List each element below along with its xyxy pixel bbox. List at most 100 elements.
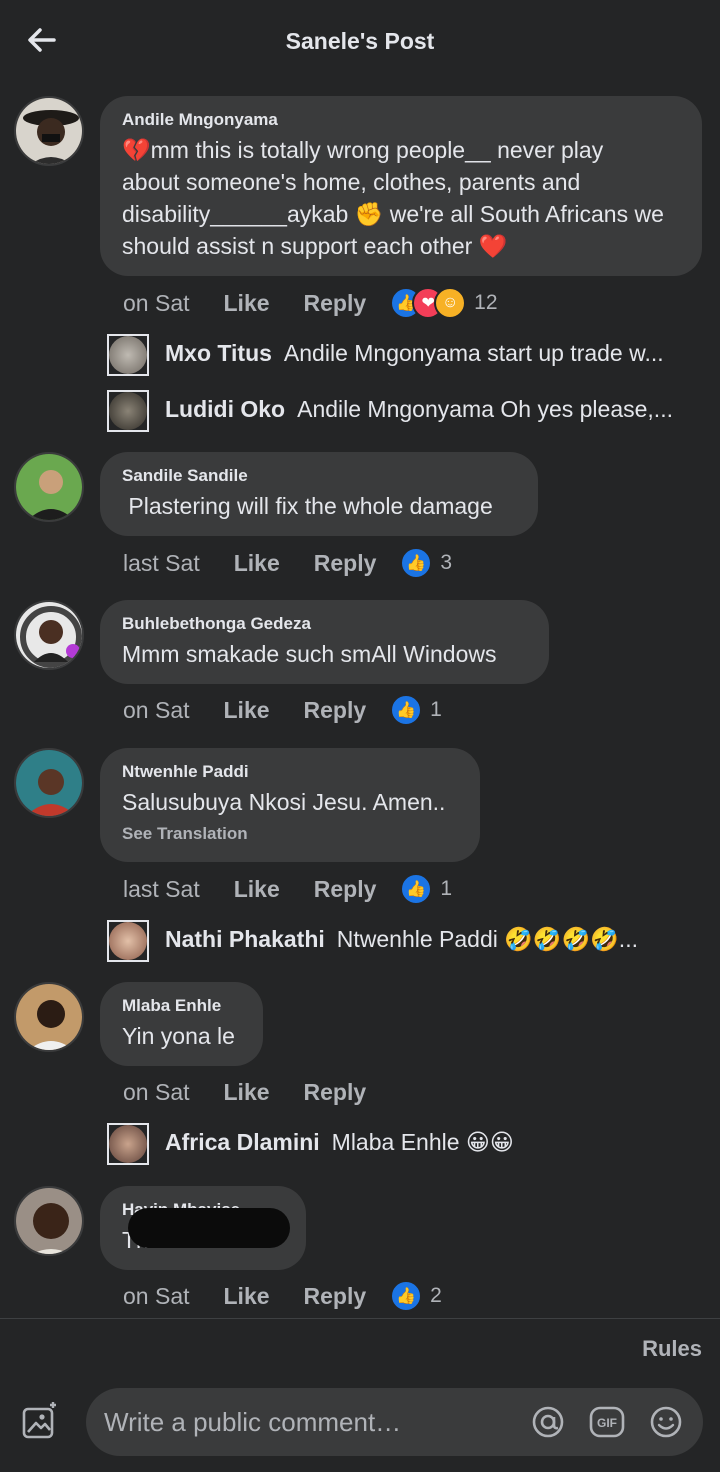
- at-icon: [532, 1406, 564, 1438]
- comment-actions: on Sat Like Reply 👍 ❤ ☺ 12: [123, 284, 498, 322]
- like-button[interactable]: Like: [224, 290, 270, 317]
- avatar-image: [109, 392, 147, 430]
- reply-avatar[interactable]: [107, 920, 149, 962]
- comment-text-line: about someone's home, clothes, parents a…: [122, 169, 581, 195]
- reply-button[interactable]: Reply: [304, 697, 367, 724]
- reaction-summary[interactable]: 👍 ❤ ☺ 12: [390, 287, 498, 319]
- comment-text: Yin yona le: [122, 1023, 235, 1049]
- reply-text: Mlaba Enhle 😀😀: [331, 1129, 514, 1155]
- comment-author[interactable]: Mlaba Enhle: [122, 996, 241, 1016]
- avatar[interactable]: [14, 452, 84, 522]
- reply-text: Andile Mngonyama start up trade w...: [283, 340, 664, 366]
- like-button[interactable]: Like: [234, 876, 280, 903]
- reply-button[interactable]: Reply: [314, 550, 377, 577]
- avatar-image: [16, 1188, 82, 1254]
- comment-bubble[interactable]: Andile Mngonyama 💔mm this is totally wro…: [100, 96, 702, 276]
- avatar[interactable]: [14, 1186, 84, 1256]
- reply-author[interactable]: Nathi Phakathi: [165, 926, 325, 953]
- reply-preview[interactable]: Mxo Titus Andile Mngonyama start up trad…: [165, 340, 664, 367]
- reply-preview[interactable]: Nathi Phakathi Ntwenhle Paddi 🤣🤣🤣🤣...: [165, 926, 638, 953]
- comment-actions: last Sat Like Reply 👍 1: [123, 870, 452, 908]
- avatar[interactable]: [14, 600, 84, 670]
- comment-actions: last Sat Like Reply 👍 3: [123, 544, 452, 582]
- like-button[interactable]: Like: [234, 550, 280, 577]
- comment-time[interactable]: last Sat: [123, 550, 200, 577]
- reply-preview[interactable]: Ludidi Oko Andile Mngonyama Oh yes pleas…: [165, 396, 673, 423]
- reaction-summary[interactable]: 👍 3: [400, 547, 452, 579]
- comment-time[interactable]: on Sat: [123, 1283, 190, 1310]
- reaction-summary[interactable]: 👍 1: [400, 873, 452, 905]
- reply-avatar[interactable]: [107, 1123, 149, 1165]
- comment-bubble[interactable]: Buhlebethonga Gedeza Mmm smakade such sm…: [100, 600, 549, 684]
- comment-author[interactable]: Buhlebethonga Gedeza: [122, 614, 527, 634]
- like-button[interactable]: Like: [224, 697, 270, 724]
- avatar[interactable]: [14, 982, 84, 1052]
- reply-author[interactable]: Ludidi Oko: [165, 396, 285, 423]
- reply-author[interactable]: Mxo Titus: [165, 340, 272, 367]
- comment-author[interactable]: Andile Mngonyama: [122, 110, 680, 130]
- reaction-count: 2: [430, 1284, 442, 1307]
- reply-button[interactable]: Reply: [314, 876, 377, 903]
- reaction-count: 12: [474, 291, 498, 314]
- reply-button[interactable]: Reply: [304, 1283, 367, 1310]
- photo-button[interactable]: [20, 1402, 60, 1442]
- like-reaction-icon: 👍: [400, 547, 433, 579]
- comment-text: Plastering will fix the whole damage: [122, 493, 493, 519]
- rules-link[interactable]: Rules: [642, 1336, 702, 1362]
- comment-text-line: disability______aykab ✊ we're all South …: [122, 201, 664, 227]
- reply-avatar[interactable]: [107, 390, 149, 432]
- comment-actions: on Sat Like Reply: [123, 1073, 366, 1111]
- comment-actions: on Sat Like Reply 👍 2: [123, 1277, 442, 1315]
- reply-preview[interactable]: Africa Dlamini Mlaba Enhle 😀😀: [165, 1129, 514, 1156]
- gif-label: GIF: [597, 1416, 617, 1430]
- reply-avatar[interactable]: [107, 334, 149, 376]
- reply-button[interactable]: Reply: [304, 1079, 367, 1106]
- avatar-image: [16, 984, 82, 1050]
- like-button[interactable]: Like: [224, 1283, 270, 1310]
- comment-text: Mmm smakade such smAll Windows: [122, 641, 497, 667]
- avatar[interactable]: [14, 748, 84, 818]
- gif-button[interactable]: GIF: [589, 1404, 625, 1440]
- comment-composer[interactable]: GIF: [86, 1388, 703, 1456]
- like-reaction-icon: 👍: [390, 694, 423, 726]
- comment-text-line: 💔mm this is totally wrong people__ never…: [122, 137, 604, 163]
- comment-author[interactable]: Sandile Sandile: [122, 466, 516, 486]
- comment-author[interactable]: Ntwenhle Paddi: [122, 762, 458, 782]
- avatar[interactable]: [14, 96, 84, 166]
- gif-icon: GIF: [589, 1406, 625, 1438]
- top-bar: Sanele's Post: [0, 0, 720, 86]
- comment-time[interactable]: last Sat: [123, 876, 200, 903]
- avatar-image: [109, 336, 147, 374]
- like-reaction-icon: 👍: [390, 1280, 423, 1312]
- reaction-count: 3: [440, 551, 453, 574]
- comment-text-line: should assist n support each other ❤️: [122, 233, 508, 259]
- reply-text: Andile Mngonyama Oh yes please,...: [297, 396, 673, 422]
- like-button[interactable]: Like: [224, 1079, 270, 1106]
- redaction-mark: [128, 1208, 290, 1248]
- photo-icon: [22, 1402, 56, 1439]
- footer-divider: [0, 1318, 720, 1319]
- reply-button[interactable]: Reply: [304, 290, 367, 317]
- avatar-image: [109, 922, 147, 960]
- comment-time[interactable]: on Sat: [123, 697, 190, 724]
- comment-time[interactable]: on Sat: [123, 290, 190, 317]
- reaction-summary[interactable]: 👍 1: [390, 694, 442, 726]
- comment-actions: on Sat Like Reply 👍 1: [123, 691, 442, 729]
- reaction-summary[interactable]: 👍 2: [390, 1280, 442, 1312]
- emoji-button[interactable]: [648, 1404, 684, 1440]
- comment-bubble[interactable]: Ntwenhle Paddi Salusubuya Nkosi Jesu. Am…: [100, 748, 480, 862]
- reaction-count: 1: [440, 877, 453, 900]
- comment-bubble[interactable]: Sandile Sandile Plastering will fix the …: [100, 452, 538, 536]
- comment-text: Salusubuya Nkosi Jesu. Amen..: [122, 789, 446, 815]
- page-title: Sanele's Post: [285, 28, 435, 54]
- mention-button[interactable]: [530, 1404, 566, 1440]
- reply-text: Ntwenhle Paddi 🤣🤣🤣🤣...: [336, 926, 638, 952]
- see-translation-link[interactable]: See Translation: [122, 824, 458, 844]
- reply-author[interactable]: Africa Dlamini: [165, 1129, 320, 1156]
- like-reaction-icon: 👍: [400, 873, 433, 905]
- comment-bubble[interactable]: Mlaba Enhle Yin yona le: [100, 982, 263, 1066]
- reaction-count: 1: [430, 698, 442, 721]
- comment-time[interactable]: on Sat: [123, 1079, 190, 1106]
- avatar-image: [109, 1125, 147, 1163]
- comment-input[interactable]: [104, 1402, 524, 1442]
